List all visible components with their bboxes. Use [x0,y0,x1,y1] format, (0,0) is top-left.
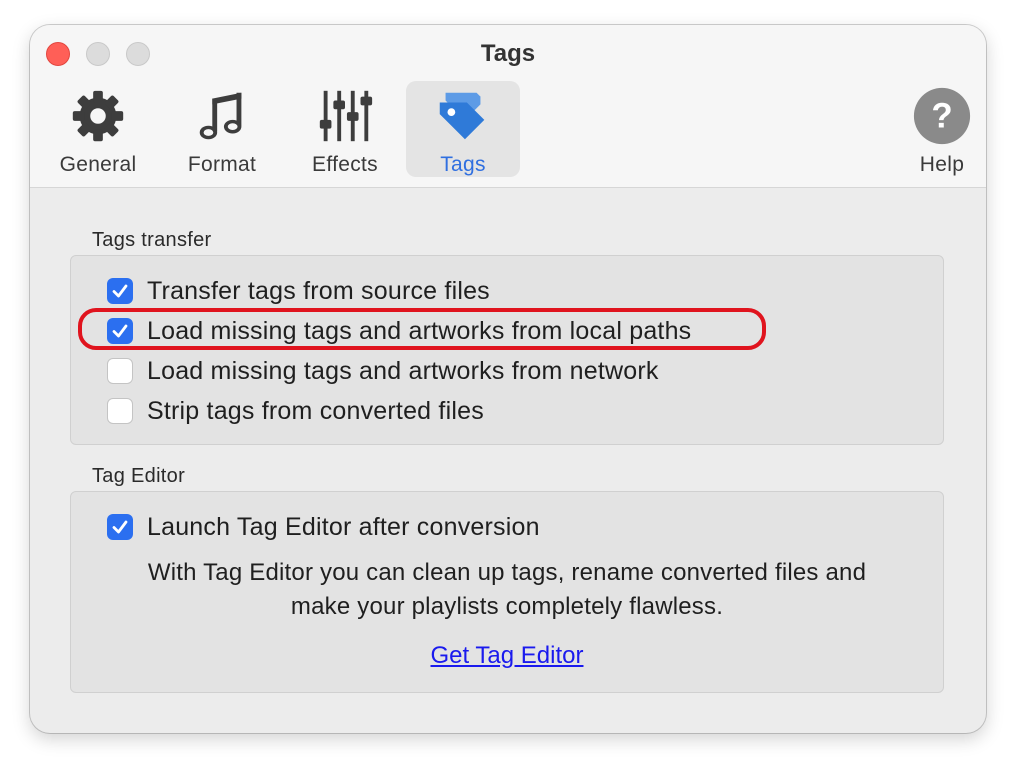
preferences-window: Tags General Format Effects Tags ? Help … [30,25,986,733]
option-transfer-tags[interactable]: Transfer tags from source files [107,274,490,308]
launch-tag-editor-label: Launch Tag Editor after conversion [147,512,540,541]
help-button[interactable]: ? Help [902,81,982,177]
option-launch-tag-editor[interactable]: Launch Tag Editor after conversion [107,510,540,544]
tab-format-label: Format [187,153,257,176]
highlight-outline [78,308,766,350]
help-label: Help [919,153,965,176]
get-tag-editor-link[interactable]: Get Tag Editor [71,642,943,670]
tags-transfer-heading: Tags transfer [92,229,212,251]
tag-icon [439,92,485,140]
gear-icon [72,90,124,142]
tag-editor-box: Launch Tag Editor after conversion With … [70,491,944,693]
tab-general-label: General [59,153,137,176]
tag-editor-description-line2: make your playlists completely flawless. [290,593,724,620]
strip-tags-label: Strip tags from converted files [147,396,484,425]
checkmark-icon [112,284,128,298]
tab-general[interactable]: General [44,81,152,177]
help-icon: ? [913,87,971,145]
tag-editor-description-line1: With Tag Editor you can clean up tags, r… [147,559,867,586]
transfer-tags-checkbox[interactable] [107,278,133,304]
option-strip-tags[interactable]: Strip tags from converted files [107,394,484,428]
tab-tags-label: Tags [440,153,486,176]
tag-editor-heading: Tag Editor [92,465,186,487]
music-note-icon [199,92,242,140]
strip-tags-checkbox[interactable] [107,398,133,424]
toolbar: Tags General Format Effects Tags ? Help [30,25,986,188]
launch-tag-editor-checkbox[interactable] [107,514,133,540]
load-network-checkbox[interactable] [107,358,133,384]
checkmark-icon [112,520,128,534]
tab-effects-label: Effects [312,153,378,176]
tab-format[interactable]: Format [170,81,274,177]
tags-transfer-box: Transfer tags from source files Load mis… [70,255,944,445]
window-title: Tags [480,40,536,67]
tab-tags[interactable]: Tags [406,81,520,177]
transfer-tags-label: Transfer tags from source files [147,276,490,305]
tab-effects[interactable]: Effects [292,81,398,177]
svg-text:?: ? [931,97,952,136]
load-network-label: Load missing tags and artworks from netw… [147,356,659,385]
option-load-network[interactable]: Load missing tags and artworks from netw… [107,354,659,388]
equalizer-sliders-icon [319,90,373,142]
